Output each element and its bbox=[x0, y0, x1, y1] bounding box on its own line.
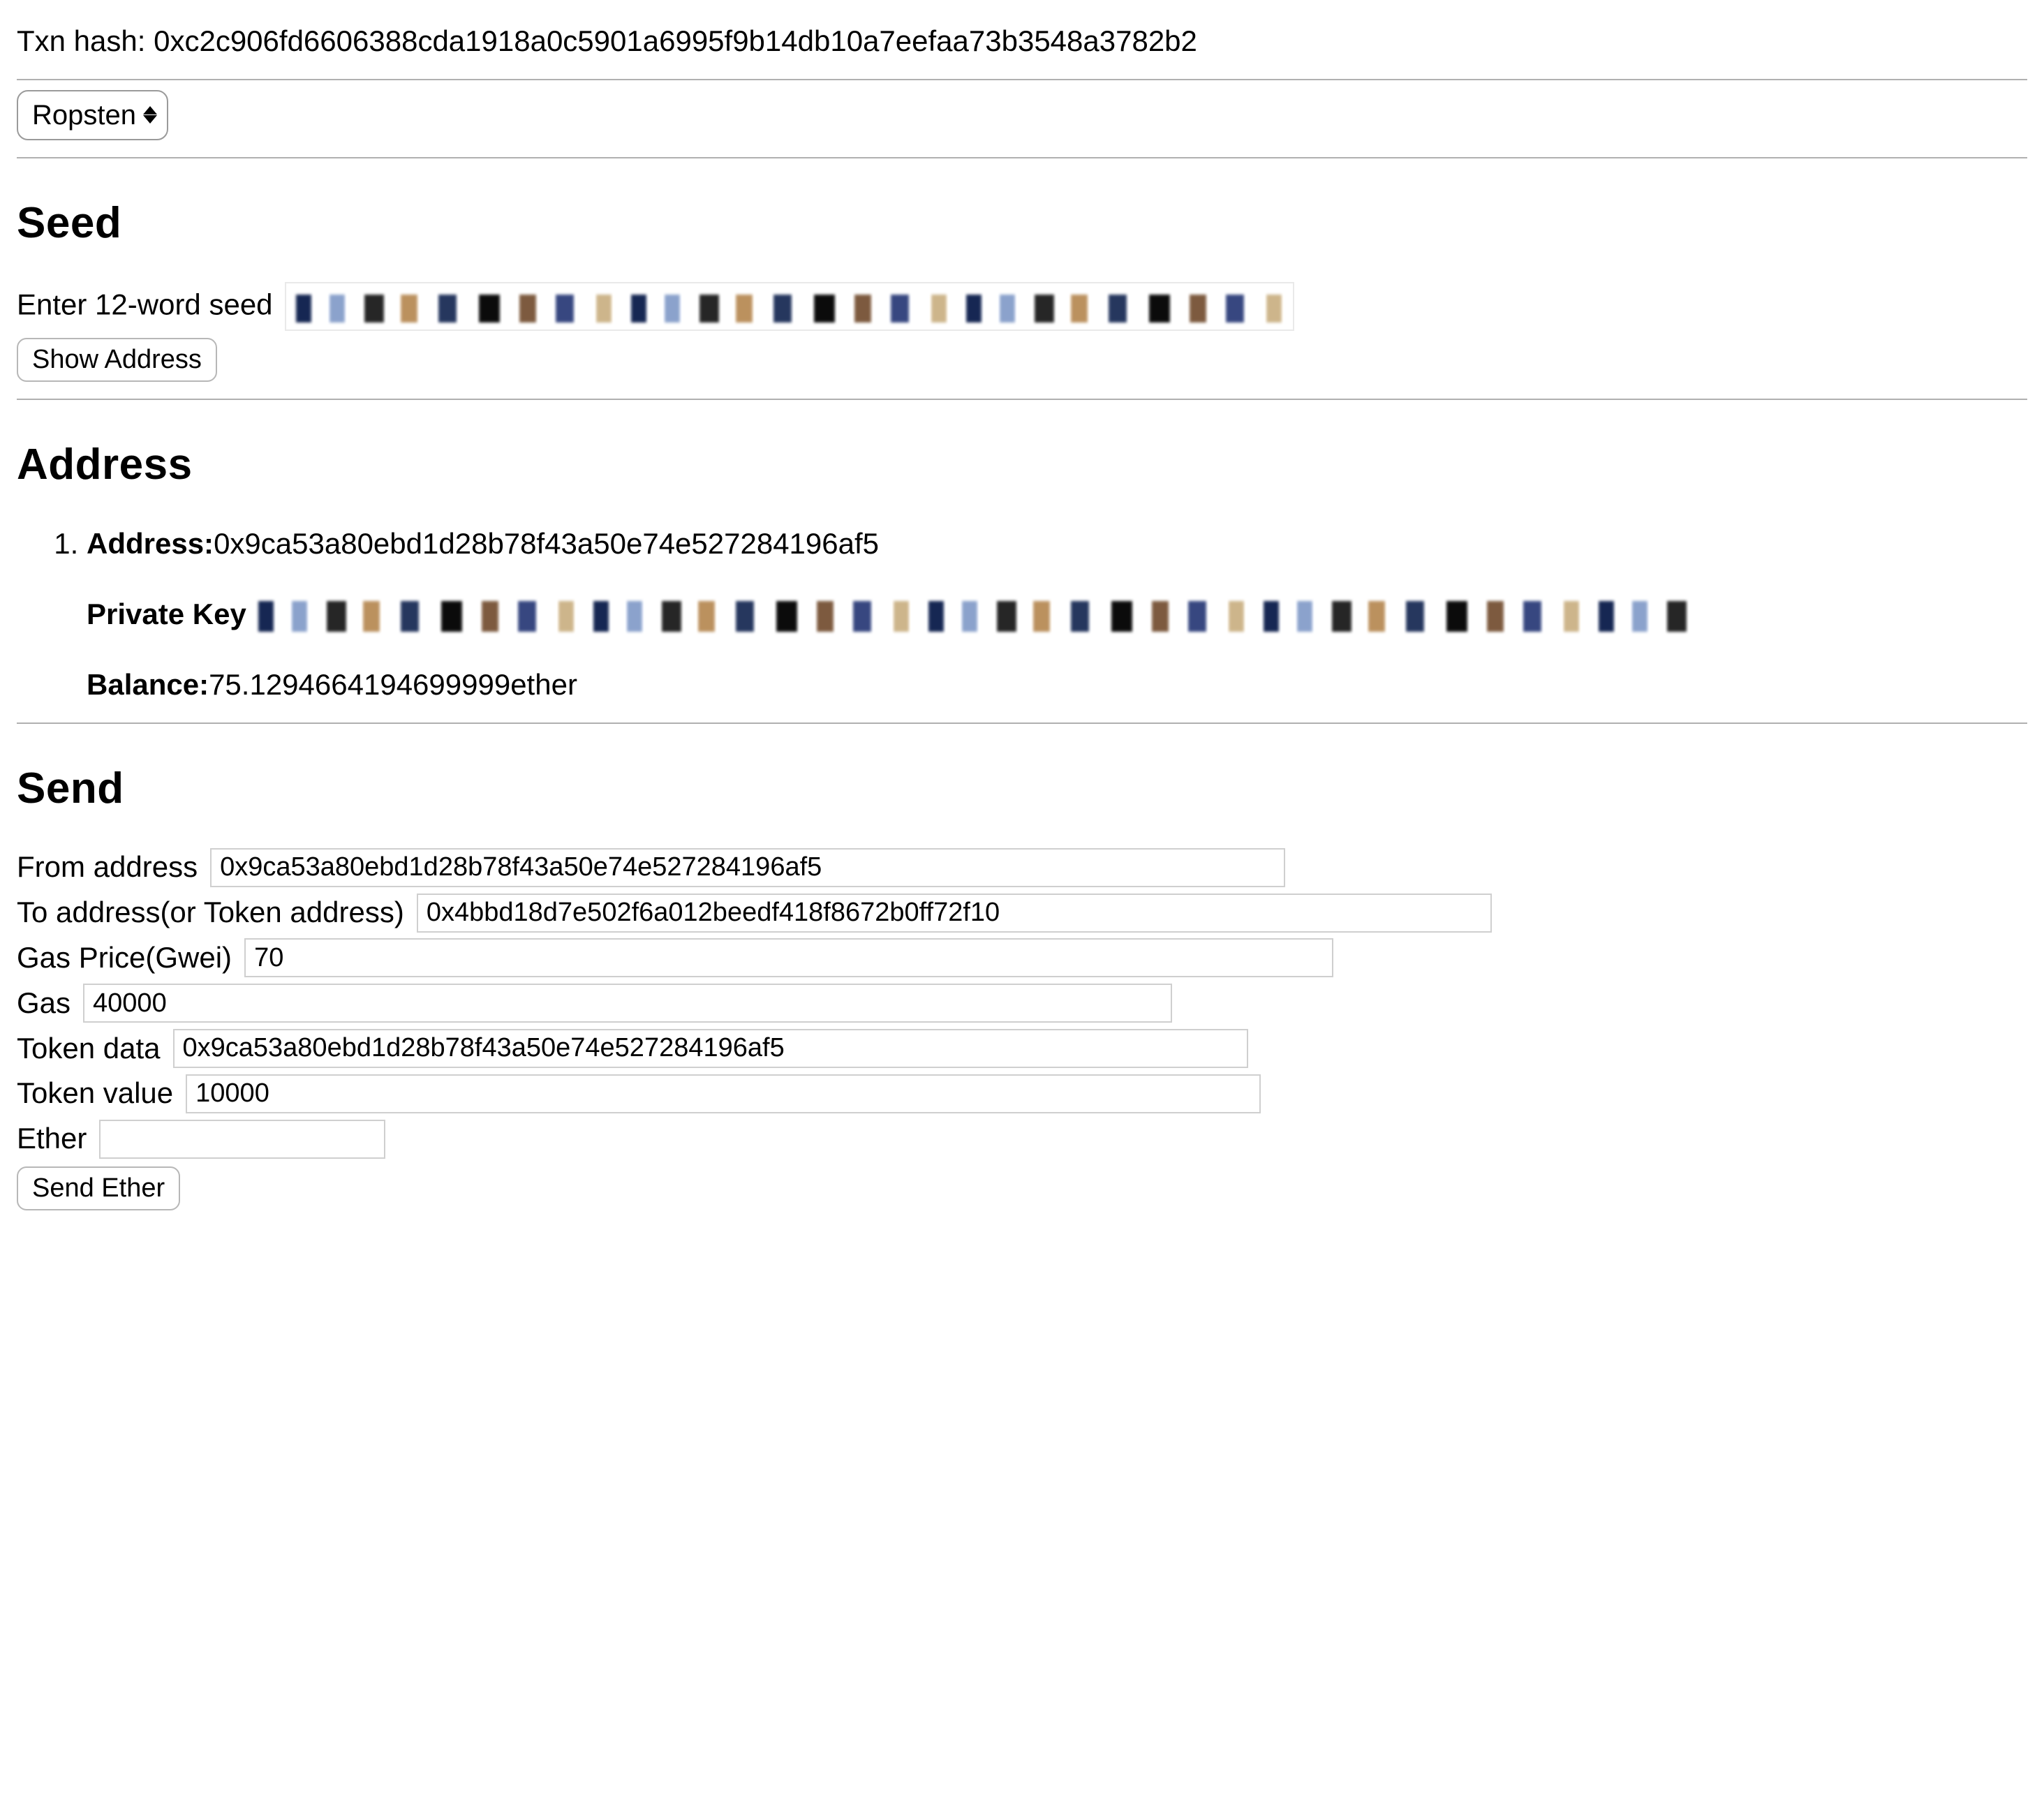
send-ether-button[interactable]: Send Ether bbox=[17, 1166, 180, 1210]
from-address-input[interactable] bbox=[210, 848, 1285, 887]
ether-input[interactable] bbox=[99, 1120, 385, 1159]
token-data-label: Token data bbox=[17, 1028, 161, 1069]
txn-hash-row: Txn hash: 0xc2c906fd6606388cda1918a0c590… bbox=[17, 21, 2027, 62]
txn-hash-value: 0xc2c906fd6606388cda1918a0c5901a6995f9b1… bbox=[154, 24, 1197, 57]
network-selected-value: Ropsten bbox=[32, 96, 136, 135]
token-value-label: Token value bbox=[17, 1073, 173, 1114]
network-select[interactable]: Ropsten bbox=[17, 90, 168, 140]
token-value-input[interactable] bbox=[186, 1074, 1261, 1113]
from-address-label: From address bbox=[17, 847, 198, 888]
txn-hash-label: Txn hash: bbox=[17, 24, 154, 57]
seed-input-label: Enter 12-word seed bbox=[17, 288, 273, 320]
private-key-redacted bbox=[258, 601, 1696, 632]
balance-label: Balance: bbox=[87, 668, 209, 701]
address-label: Address: bbox=[87, 527, 214, 560]
gas-price-input[interactable] bbox=[244, 938, 1333, 977]
token-data-input[interactable] bbox=[173, 1029, 1248, 1068]
ether-label: Ether bbox=[17, 1118, 87, 1159]
seed-input-redacted[interactable] bbox=[296, 295, 1287, 323]
gas-input[interactable] bbox=[83, 984, 1172, 1023]
send-heading: Send bbox=[17, 759, 2027, 820]
gas-price-label: Gas Price(Gwei) bbox=[17, 937, 232, 979]
to-address-label: To address(or Token address) bbox=[17, 892, 404, 933]
balance-value: 75.1294664194699999 bbox=[209, 668, 510, 701]
private-key-label: Private Key bbox=[87, 598, 246, 630]
to-address-input[interactable] bbox=[417, 894, 1492, 933]
updown-icon bbox=[143, 106, 157, 124]
seed-heading: Seed bbox=[17, 193, 2027, 254]
address-heading: Address bbox=[17, 435, 2027, 496]
gas-label: Gas bbox=[17, 983, 71, 1024]
address-list-item: Address:0x9ca53a80ebd1d28b78f43a50e74e52… bbox=[87, 524, 2027, 705]
balance-unit: ether bbox=[510, 668, 577, 701]
show-address-button[interactable]: Show Address bbox=[17, 338, 217, 382]
address-value: 0x9ca53a80ebd1d28b78f43a50e74e527284196a… bbox=[214, 527, 879, 560]
